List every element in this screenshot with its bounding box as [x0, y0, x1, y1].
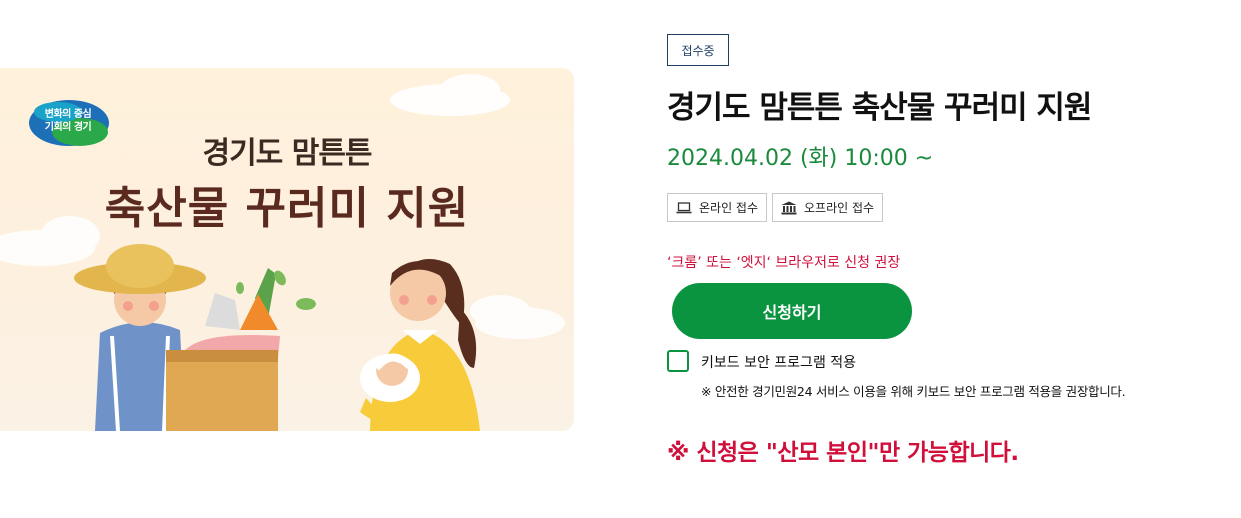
banner-subtitle: 경기도 맘튼튼: [202, 136, 372, 171]
status-badge: 접수중: [667, 34, 729, 66]
channel-online: 온라인 접수: [667, 193, 768, 222]
mother-figure: [360, 259, 480, 431]
channel-online-label: 온라인 접수: [699, 201, 759, 215]
logo-line-1: 변화의 중심: [44, 109, 92, 120]
program-banner-image: 변화의 중심 기회의 경기 경기도 맘튼튼 축산물 꾸러미 지원: [0, 68, 574, 431]
banner-title: 축산물 꾸러미 지원: [104, 183, 470, 234]
application-channels: 온라인 접수 오프라인 접수: [667, 193, 884, 222]
keyboard-security-note: ※ 안전한 경기민원24 서비스 이용을 위해 키보드 보안 프로그램 적용을 …: [701, 384, 1126, 399]
apply-button[interactable]: 신청하기: [672, 283, 912, 339]
browser-recommendation: ‘크롬’ 또는 ‘엣지‘ 브라우저로 신청 권장: [667, 255, 901, 271]
channel-offline: 오프라인 접수: [772, 193, 884, 222]
keyboard-security-checkbox[interactable]: [667, 350, 689, 372]
page-title: 경기도 맘튼튼 축산물 꾸러미 지원: [667, 90, 1092, 126]
building-icon: [781, 201, 797, 214]
application-date: 2024.04.02 (화) 10:00 ~: [667, 146, 934, 171]
grocery-box: [166, 268, 316, 431]
keyboard-security-label[interactable]: 키보드 보안 프로그램 적용: [701, 352, 856, 372]
eligibility-notice: ※ 신청은 "산모 본인"만 가능합니다.: [667, 440, 1019, 466]
laptop-icon: [676, 201, 692, 213]
channel-offline-label: 오프라인 접수: [804, 201, 875, 215]
